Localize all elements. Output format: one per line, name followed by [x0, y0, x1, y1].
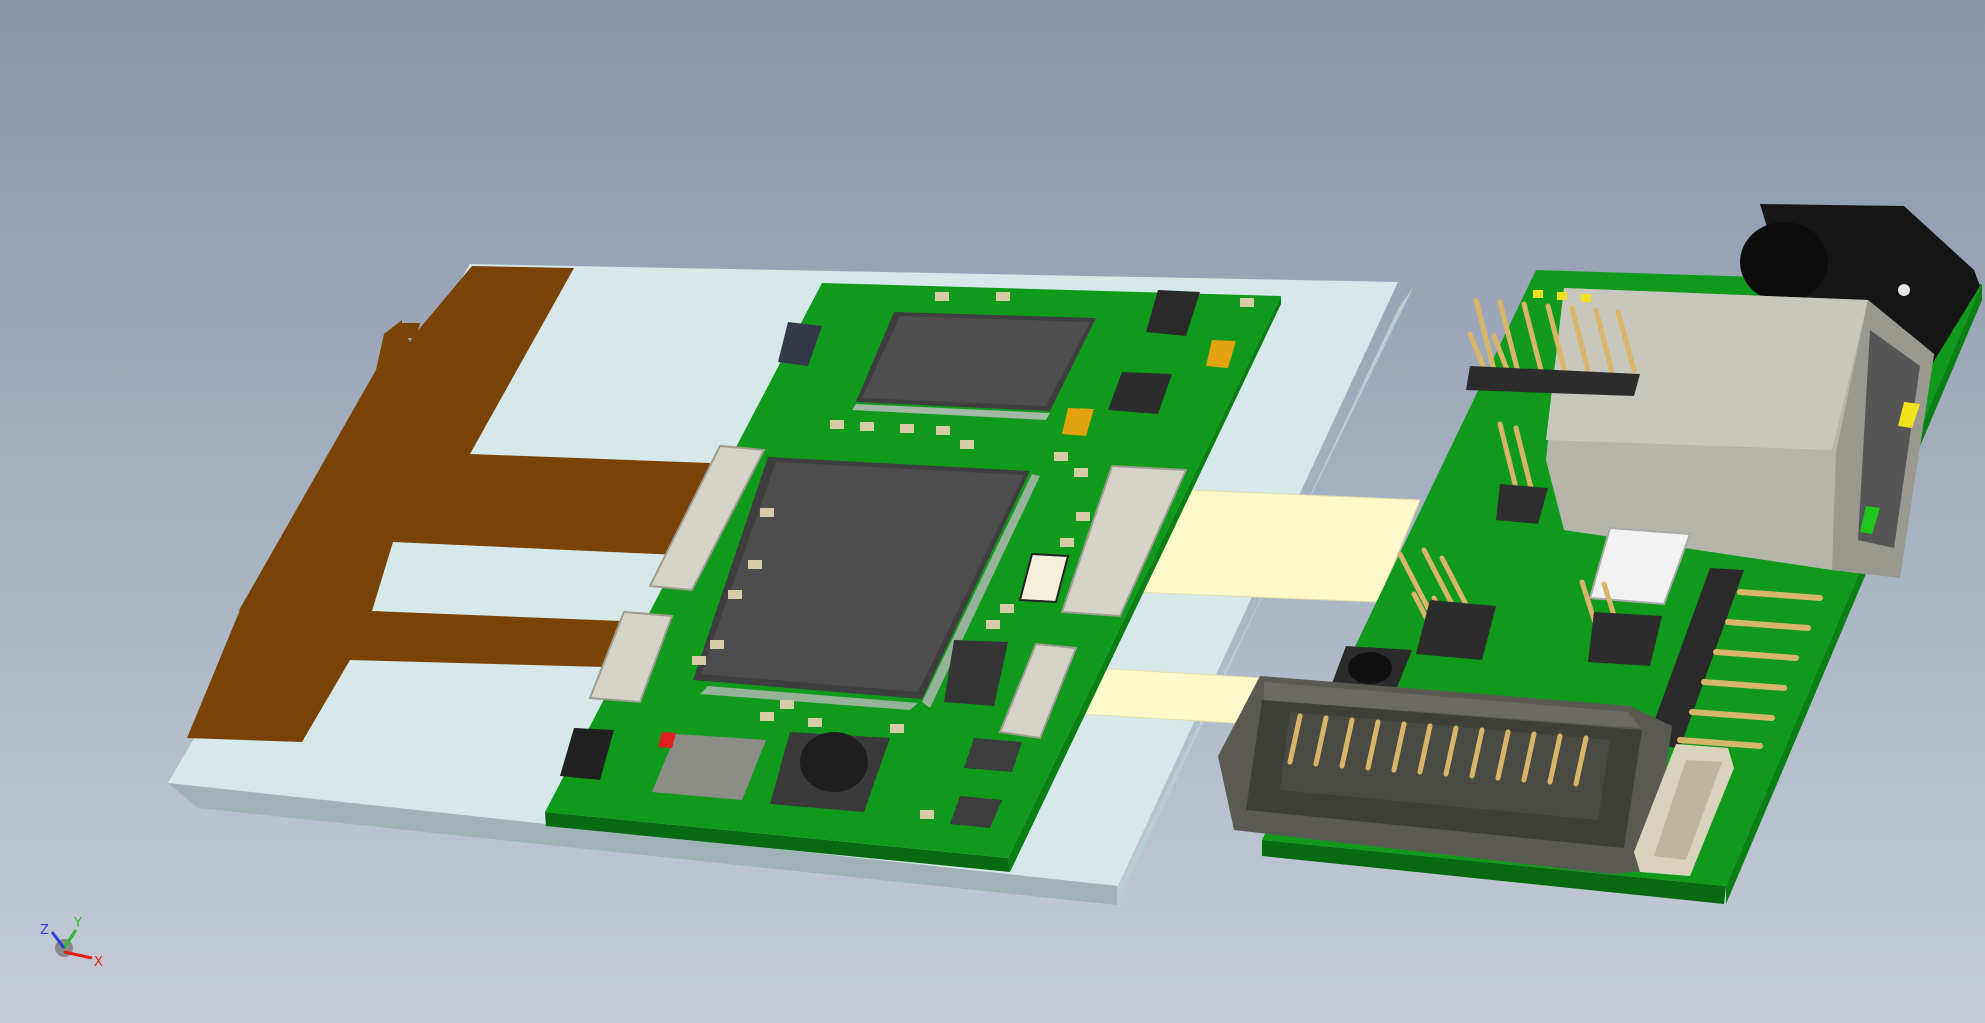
axis-triad: X Y Z [40, 916, 103, 970]
3d-viewport[interactable]: X Y Z [0, 0, 1985, 1023]
y-axis-label: Y [73, 916, 82, 931]
z-axis-label: Z [40, 923, 49, 938]
mosfet-1 [964, 738, 1022, 772]
x-axis-label: X [94, 955, 103, 970]
pcb-assembly-model[interactable] [0, 0, 1985, 1023]
rj45-jack[interactable] [1546, 288, 1934, 578]
